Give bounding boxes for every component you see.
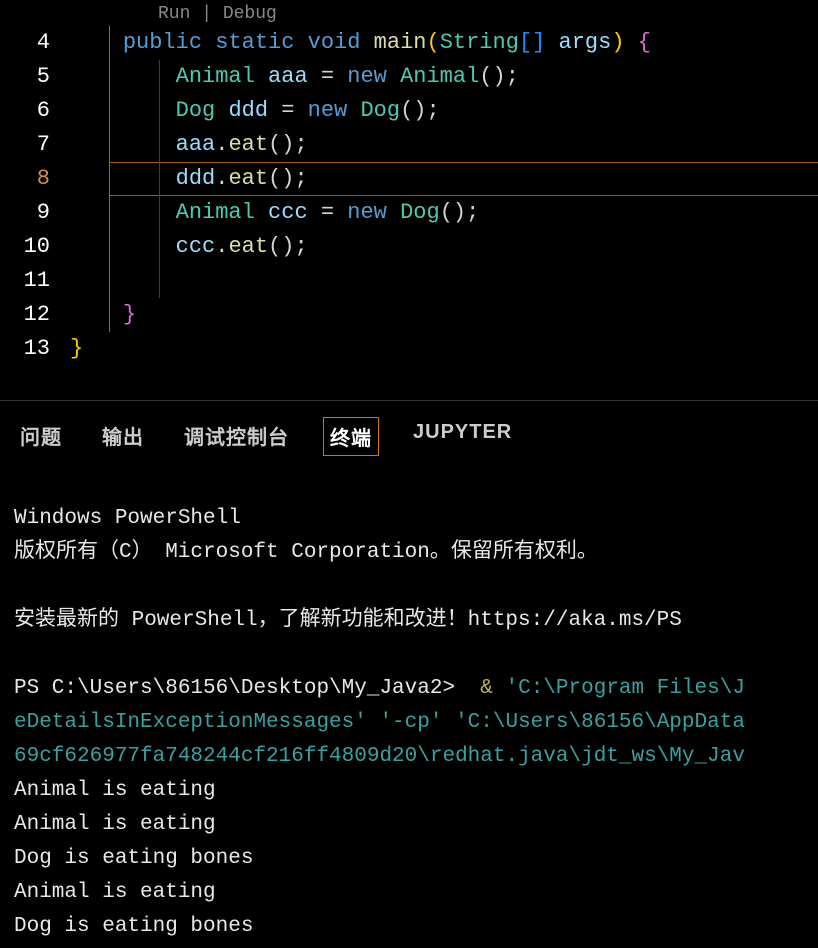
code-lines: 4 public static void main(String[] args)…: [0, 0, 818, 366]
code-line-10[interactable]: 10 ccc.eat();: [0, 230, 818, 264]
code-content: [70, 264, 818, 298]
line-number: 6: [0, 94, 70, 128]
code-line-8[interactable]: 8 ddd.eat();: [0, 162, 818, 196]
tab-jupyter[interactable]: JUPYTER: [407, 417, 518, 456]
code-content: ddd.eat();: [70, 162, 818, 196]
code-line-9[interactable]: 9 Animal ccc = new Dog();: [0, 196, 818, 230]
terminal[interactable]: Windows PowerShell 版权所有（C） Microsoft Cor…: [0, 464, 818, 948]
code-content: Animal ccc = new Dog();: [70, 196, 818, 230]
tab-debug-console[interactable]: 调试控制台: [178, 417, 295, 456]
bottom-panel: 问题 输出 调试控制台 终端 JUPYTER Windows PowerShel…: [0, 400, 818, 880]
terminal-output: Animal is eating: [14, 881, 216, 904]
code-line-12[interactable]: 12 }: [0, 298, 818, 332]
code-line-13[interactable]: 13 }: [0, 332, 818, 366]
line-number: 10: [0, 230, 70, 264]
code-line-4[interactable]: 4 public static void main(String[] args)…: [0, 26, 818, 60]
terminal-amp: &: [468, 677, 506, 700]
tab-output[interactable]: 输出: [96, 417, 150, 456]
terminal-cmd: 'C:\Program Files\J: [506, 677, 745, 700]
code-content: Dog ddd = new Dog();: [70, 94, 818, 128]
line-number: 8: [0, 162, 70, 196]
terminal-line: 安装最新的 PowerShell，了解新功能和改进！https://aka.ms…: [14, 609, 682, 632]
code-content: ccc.eat();: [70, 230, 818, 264]
code-content: Animal aaa = new Animal();: [70, 60, 818, 94]
code-editor[interactable]: Run | Debug 4 public static void main(St…: [0, 0, 818, 400]
terminal-output: Animal is eating: [14, 813, 216, 836]
line-number: 9: [0, 196, 70, 230]
codelens-debug[interactable]: Debug: [223, 4, 277, 24]
terminal-prompt: PS C:\Users\86156\Desktop\My_Java2>: [14, 677, 468, 700]
terminal-output: Animal is eating: [14, 779, 216, 802]
code-line-6[interactable]: 6 Dog ddd = new Dog();: [0, 94, 818, 128]
code-content: aaa.eat();: [70, 128, 818, 162]
line-number: 4: [0, 26, 70, 60]
line-number: 11: [0, 264, 70, 298]
terminal-output: Dog is eating bones: [14, 847, 253, 870]
code-line-11[interactable]: 11: [0, 264, 818, 298]
tab-terminal[interactable]: 终端: [323, 417, 379, 456]
line-number: 12: [0, 298, 70, 332]
codelens-sep: |: [190, 4, 222, 24]
code-line-5[interactable]: 5 Animal aaa = new Animal();: [0, 60, 818, 94]
terminal-cmd: eDetailsInExceptionMessages' '-cp' 'C:\U…: [14, 711, 745, 734]
panel-tabs: 问题 输出 调试控制台 终端 JUPYTER: [0, 401, 818, 464]
line-number: 13: [0, 332, 70, 366]
tab-problems[interactable]: 问题: [14, 417, 68, 456]
terminal-line: 版权所有（C） Microsoft Corporation。保留所有权利。: [14, 541, 598, 564]
code-content: }: [70, 298, 818, 332]
line-number: 7: [0, 128, 70, 162]
code-content: }: [70, 332, 818, 366]
code-lens: Run | Debug: [158, 4, 277, 24]
code-content: public static void main(String[] args) {: [70, 26, 818, 60]
terminal-output: Dog is eating bones: [14, 915, 253, 938]
line-number: 5: [0, 60, 70, 94]
code-line-7[interactable]: 7 aaa.eat();: [0, 128, 818, 162]
terminal-line: Windows PowerShell: [14, 507, 241, 530]
terminal-cmd: 69cf626977fa748244cf216ff4809d20\redhat.…: [14, 745, 745, 768]
codelens-run[interactable]: Run: [158, 4, 190, 24]
